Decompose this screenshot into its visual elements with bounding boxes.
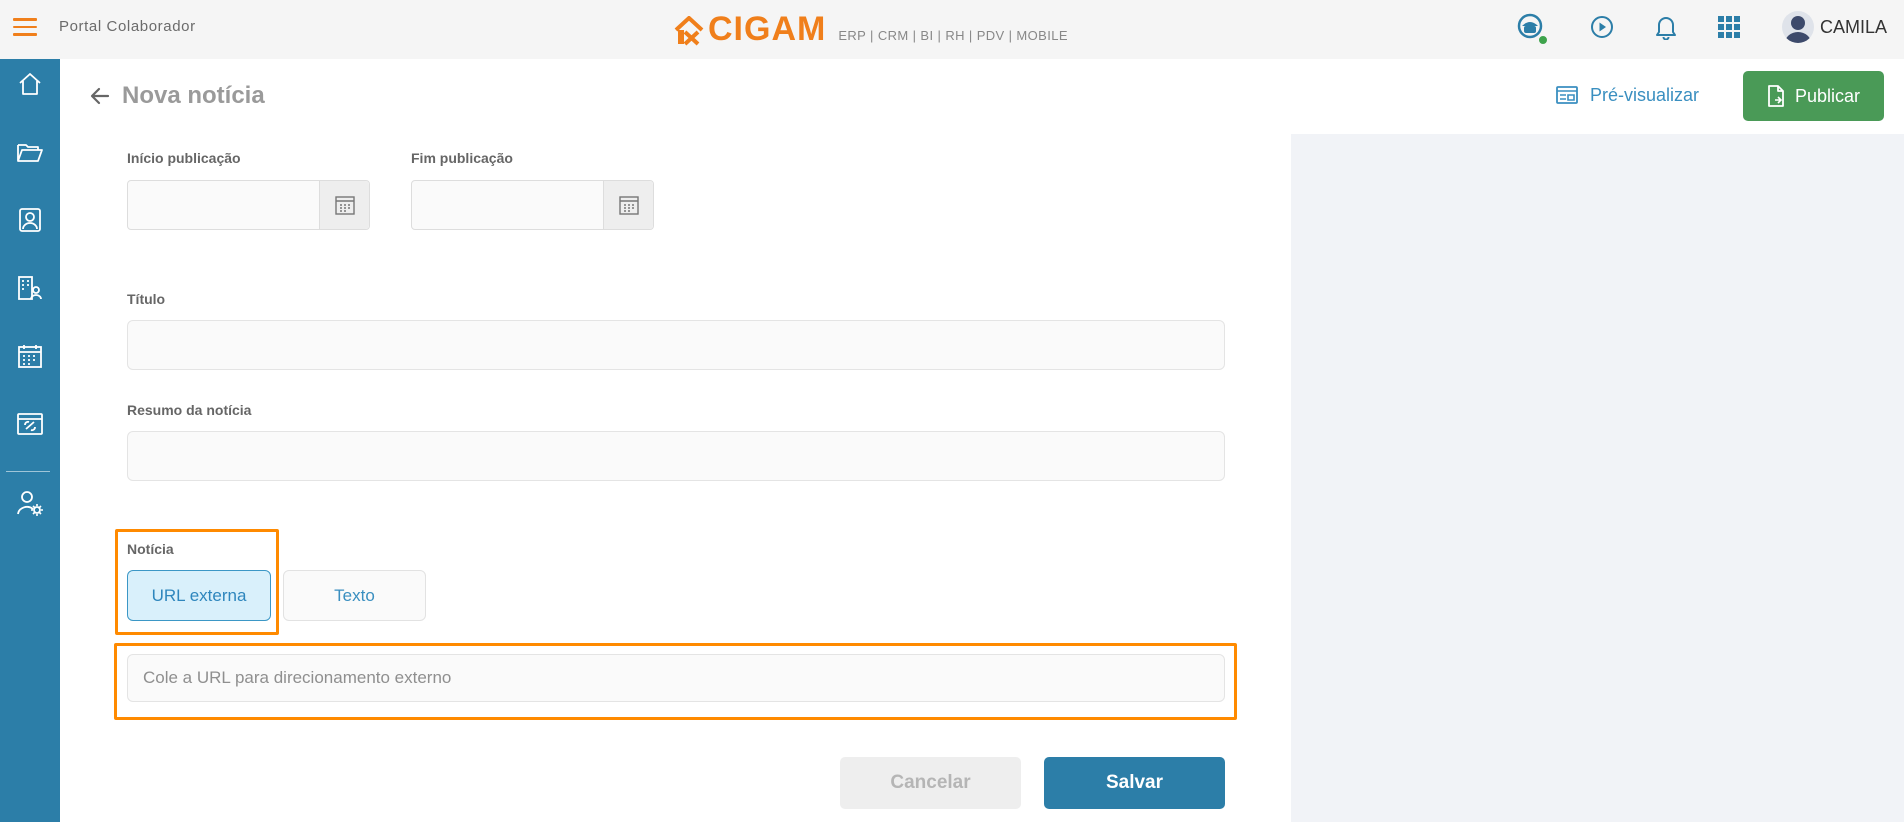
sidebar-item-calendar[interactable] [15, 341, 45, 371]
page-title: Nova notícia [122, 82, 265, 109]
summary-label: Resumo da notícia [127, 402, 252, 418]
summary-input[interactable] [127, 431, 1225, 481]
sidebar-item-documents[interactable] [15, 137, 45, 167]
title-input[interactable] [127, 320, 1225, 370]
user-name: CAMILA [1820, 16, 1888, 37]
calendar-icon [618, 196, 639, 215]
brand-logo: CIGAM ERP | CRM | BI | RH | PDV | MOBILE [674, 10, 1068, 46]
text-option[interactable]: Texto [283, 570, 426, 621]
preview-icon [1556, 86, 1578, 104]
publish-label: Publicar [1794, 85, 1861, 106]
external-url-input[interactable] [127, 654, 1225, 702]
avatar [1782, 11, 1814, 43]
start-date-picker-button[interactable] [319, 181, 369, 229]
online-status-dot [1537, 34, 1549, 46]
calendar-icon [18, 345, 42, 368]
support-chat-icon[interactable] [1515, 12, 1549, 46]
publish-button[interactable]: Publicar [1743, 71, 1884, 121]
play-icon[interactable] [1587, 12, 1617, 42]
user-settings-icon [17, 491, 43, 516]
sidebar-item-home[interactable] [15, 69, 45, 99]
portal-title: Portal Colaborador [59, 18, 196, 35]
back-arrow-icon[interactable] [88, 84, 112, 108]
cancel-button[interactable]: Cancelar [840, 757, 1021, 809]
preview-panel [1291, 134, 1904, 822]
preview-button[interactable]: Pré-visualizar [1556, 80, 1699, 110]
bell-icon[interactable] [1651, 12, 1681, 42]
title-label: Título [127, 291, 166, 307]
building-person-icon [18, 276, 42, 300]
save-button[interactable]: Salvar [1044, 757, 1225, 809]
user-menu[interactable]: CAMILA [1782, 11, 1887, 43]
publish-document-icon [1768, 85, 1784, 107]
sidebar [0, 59, 60, 822]
end-date-picker-button[interactable] [603, 181, 653, 229]
top-bar: Portal Colaborador CIGAM ERP | CRM | BI … [0, 0, 1904, 59]
sidebar-divider [6, 471, 50, 472]
cigam-logo-icon [674, 16, 704, 46]
sidebar-item-contacts[interactable] [15, 205, 45, 235]
start-date-input[interactable] [128, 181, 319, 229]
sidebar-item-links[interactable] [15, 409, 45, 439]
document-link-icon [17, 413, 43, 435]
brand-name: CIGAM [708, 10, 827, 48]
brand-subtitle: ERP | CRM | BI | RH | PDV | MOBILE [838, 28, 1068, 43]
folder-icon [17, 144, 43, 162]
sidebar-item-user-settings[interactable] [15, 488, 45, 518]
end-date-input[interactable] [412, 181, 603, 229]
preview-label: Pré-visualizar [1590, 84, 1700, 105]
apps-grid-icon[interactable] [1714, 12, 1744, 42]
url-external-option[interactable]: URL externa [127, 570, 271, 621]
end-date-field[interactable] [411, 180, 654, 230]
end-date-label: Fim publicação [411, 150, 513, 166]
calendar-icon [334, 196, 355, 215]
start-date-label: Início publicação [127, 150, 241, 166]
home-icon [19, 73, 41, 95]
start-date-field[interactable] [127, 180, 370, 230]
news-label: Notícia [127, 541, 174, 557]
contact-card-icon [19, 208, 41, 232]
sidebar-item-company[interactable] [15, 273, 45, 303]
menu-icon[interactable] [13, 18, 37, 36]
